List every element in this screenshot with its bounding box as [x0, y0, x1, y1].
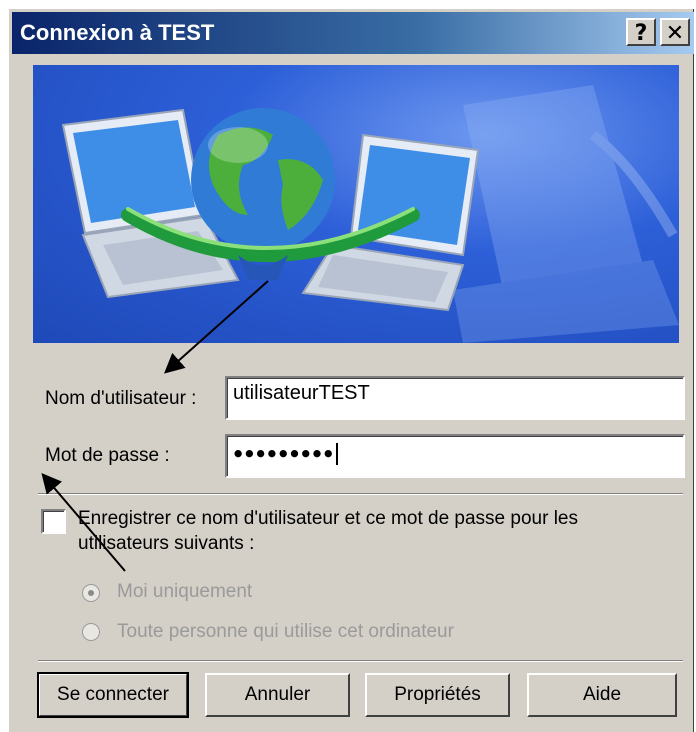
username-field[interactable]: utilisateurTEST	[225, 376, 685, 420]
help-button[interactable]: Aide	[527, 673, 677, 717]
properties-button[interactable]: Propriétés	[365, 673, 510, 717]
password-field[interactable]: ●●●●●●●●●	[225, 434, 685, 478]
save-credentials-label: Enregistrer ce nom d'utilisateur et ce m…	[78, 508, 578, 554]
globe-icon	[191, 108, 335, 252]
password-label: Mot de passe :	[45, 445, 170, 466]
title-bar[interactable]: Connexion à TEST ? ✕	[12, 12, 694, 54]
username-label: Nom d'utilisateur :	[45, 388, 197, 409]
radio-me-only-label: Moi uniquement	[117, 581, 253, 602]
separator	[38, 493, 683, 495]
background-laptop-icon	[453, 85, 679, 343]
connect-button[interactable]: Se connecter	[37, 672, 189, 718]
save-credentials-checkbox[interactable]	[41, 509, 66, 534]
close-icon[interactable]: ✕	[660, 18, 690, 46]
radio-anyone-label: Toute personne qui utilise cet ordinateu…	[117, 621, 454, 642]
help-icon[interactable]: ?	[626, 18, 656, 46]
radio-anyone[interactable]	[82, 623, 100, 641]
connection-banner	[33, 65, 679, 343]
text-cursor	[336, 443, 339, 465]
cancel-button[interactable]: Annuler	[205, 673, 350, 717]
radio-me-only[interactable]	[82, 584, 100, 602]
password-mask: ●●●●●●●●●	[233, 443, 335, 463]
separator	[38, 660, 683, 662]
window-title: Connexion à TEST	[20, 20, 215, 45]
network-illustration	[61, 85, 679, 343]
